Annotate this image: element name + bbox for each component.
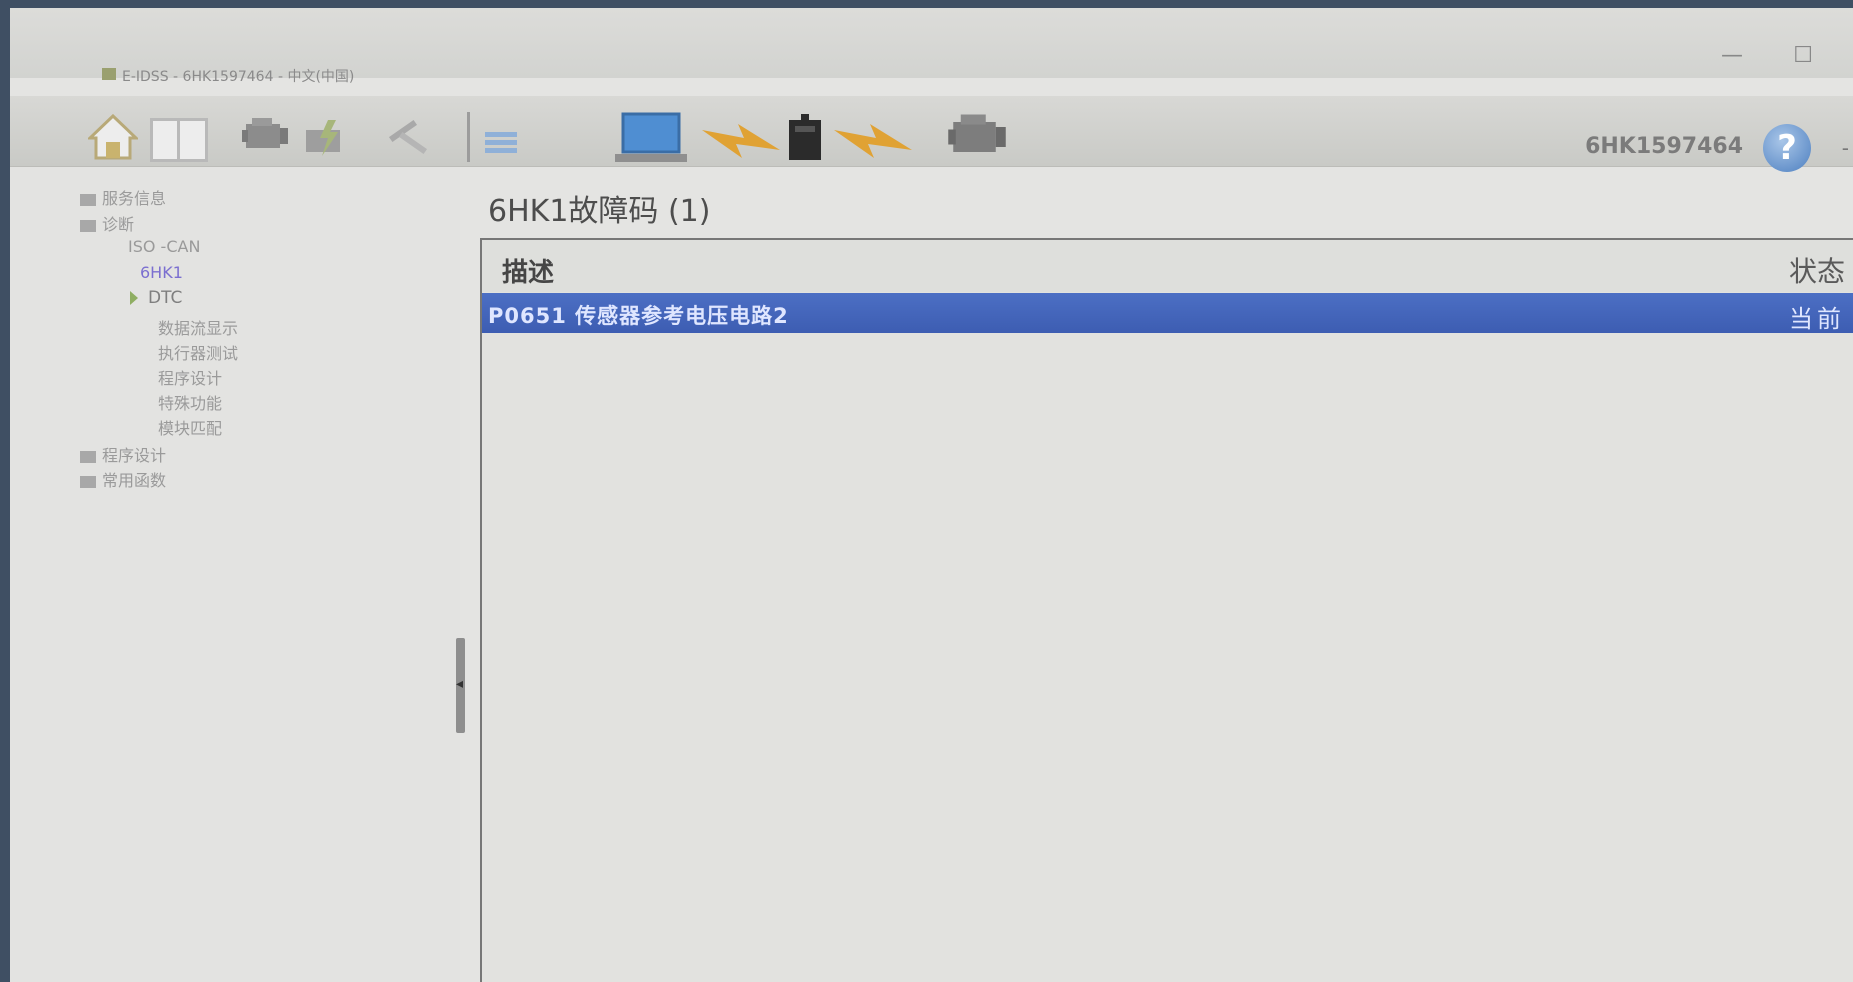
toolbar-separator xyxy=(467,112,470,162)
print-icon[interactable] xyxy=(483,130,519,154)
column-header-description[interactable]: 描述 xyxy=(502,252,554,289)
tools-icon xyxy=(80,475,96,488)
navigation-tree: 服务信息 诊断 ISO -CAN 6HK1 DTC 数据流显示 执行器测试 程序… xyxy=(10,167,460,982)
window-title: E-IDSS - 6HK1597464 - 中文(中国) xyxy=(122,69,355,85)
tree-item-special-functions[interactable]: 特殊功能 xyxy=(158,390,222,414)
maximize-button[interactable]: ☐ xyxy=(1793,43,1813,68)
tree-item-common-functions[interactable]: 常用函数 xyxy=(80,467,166,491)
wrench-icon[interactable] xyxy=(382,118,432,158)
dtc-description: P0651 传感器参考电压电路2 xyxy=(488,304,789,328)
minimize-button[interactable]: — xyxy=(1721,43,1743,68)
application-window: E-IDSS - 6HK1597464 - 中文(中国) — ☐ 6HK1597… xyxy=(10,8,1853,982)
dtc-table: 描述 状态 P0651 传感器参考电压电路2 当前 xyxy=(480,238,1853,982)
connection-bolt-icon xyxy=(702,124,780,158)
vehicle-serial: 6HK1597464 xyxy=(1585,134,1743,159)
page-title: 6HK1故障码 (1) xyxy=(488,194,711,229)
connection-bolt-icon-2 xyxy=(834,124,912,158)
tree-item-iso-can[interactable]: ISO -CAN xyxy=(128,237,200,256)
tree-item-dtc[interactable]: DTC xyxy=(130,288,182,308)
tree-item-diagnostics[interactable]: 诊断 xyxy=(80,211,134,235)
app-logo-icon xyxy=(102,68,116,80)
engine-icon[interactable] xyxy=(240,116,290,156)
tree-item-programming[interactable]: 程序设计 xyxy=(80,442,166,466)
home-icon[interactable] xyxy=(88,114,138,160)
toolbar: 6HK1597464 ? - xyxy=(10,96,1853,172)
table-row[interactable]: P0651 传感器参考电压电路2 当前 xyxy=(482,293,1853,333)
engine-flash-icon[interactable] xyxy=(302,118,352,158)
laptop-icon[interactable] xyxy=(615,112,687,164)
tree-item-data-display[interactable]: 数据流显示 xyxy=(158,315,238,339)
tree-item-6hk1[interactable]: 6HK1 xyxy=(140,263,183,282)
tree-item-actuator-test[interactable]: 执行器测试 xyxy=(158,340,238,364)
toolbar-trailing: - xyxy=(1841,136,1849,160)
table-header: 描述 状态 xyxy=(482,240,1853,292)
split-view-icon[interactable] xyxy=(150,118,208,162)
tree-item-programming-sub[interactable]: 程序设计 xyxy=(158,365,222,389)
expand-arrow-icon[interactable] xyxy=(130,291,138,305)
programming-icon xyxy=(80,450,96,463)
tree-item-module-match[interactable]: 模块匹配 xyxy=(158,415,222,439)
panel-splitter[interactable]: ◂ xyxy=(456,638,465,733)
service-info-icon xyxy=(80,193,96,206)
help-icon[interactable]: ? xyxy=(1763,124,1811,172)
dtc-status: 当前 xyxy=(1789,305,1845,333)
vehicle-engine-icon[interactable] xyxy=(945,112,1009,162)
column-header-status[interactable]: 状态 xyxy=(1789,250,1845,290)
title-bar: E-IDSS - 6HK1597464 - 中文(中国) — ☐ xyxy=(10,8,1853,85)
collapse-arrow-icon[interactable]: ◂ xyxy=(456,676,463,692)
tree-item-service-info[interactable]: 服务信息 xyxy=(80,185,166,209)
diagnostics-icon xyxy=(80,219,96,232)
interface-device-icon[interactable] xyxy=(787,114,823,162)
